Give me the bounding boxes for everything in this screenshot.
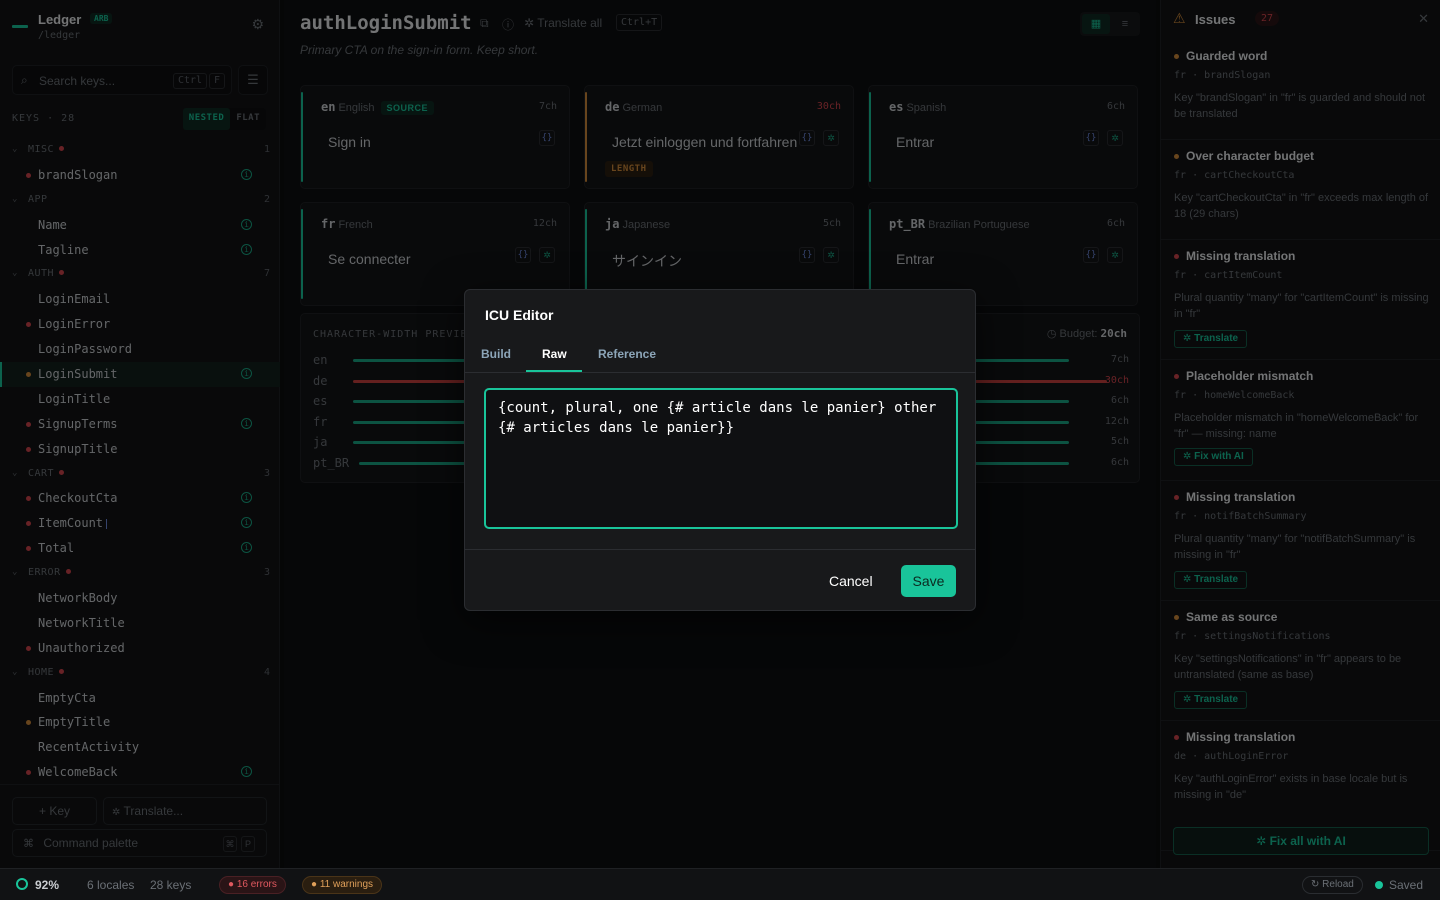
warnings-badge[interactable]: ● 11 warnings <box>302 876 383 894</box>
errors-label: 16 errors <box>236 879 277 890</box>
saved-status: Saved <box>1389 878 1424 892</box>
coverage-percent: 92% <box>35 878 60 892</box>
tab-reference[interactable]: Reference <box>598 347 656 361</box>
warnings-label: 11 warnings <box>319 879 374 890</box>
errors-badge[interactable]: ● 16 errors <box>219 876 286 894</box>
tab-build[interactable]: Build <box>481 347 511 361</box>
dialog-title: ICU Editor <box>485 307 554 323</box>
reload-label: Reload <box>1322 879 1354 890</box>
icu-raw-editor[interactable] <box>484 388 958 529</box>
save-button[interactable]: Save <box>901 565 956 597</box>
icu-editor-dialog: ICU Editor Build Raw Reference Cancel Sa… <box>464 289 976 611</box>
app-window: Ledger ARB /ledger ⚙ ⌕ Search keys... Ct… <box>0 0 1440 900</box>
dialog-tabs: Build Raw Reference <box>465 334 975 373</box>
coverage-ring-icon <box>16 878 28 890</box>
key-count: 28 keys <box>150 878 192 892</box>
tab-raw[interactable]: Raw <box>542 347 567 361</box>
status-bar: 92% 6 locales 28 keys ● 16 errors ● 11 w… <box>0 868 1440 900</box>
cancel-button[interactable]: Cancel <box>829 573 873 589</box>
saved-dot-icon <box>1375 881 1383 889</box>
dialog-footer-divider <box>465 549 975 550</box>
reload-button[interactable]: ↻ Reload <box>1302 876 1363 894</box>
locale-count: 6 locales <box>87 878 135 892</box>
active-tab-indicator <box>526 370 582 372</box>
